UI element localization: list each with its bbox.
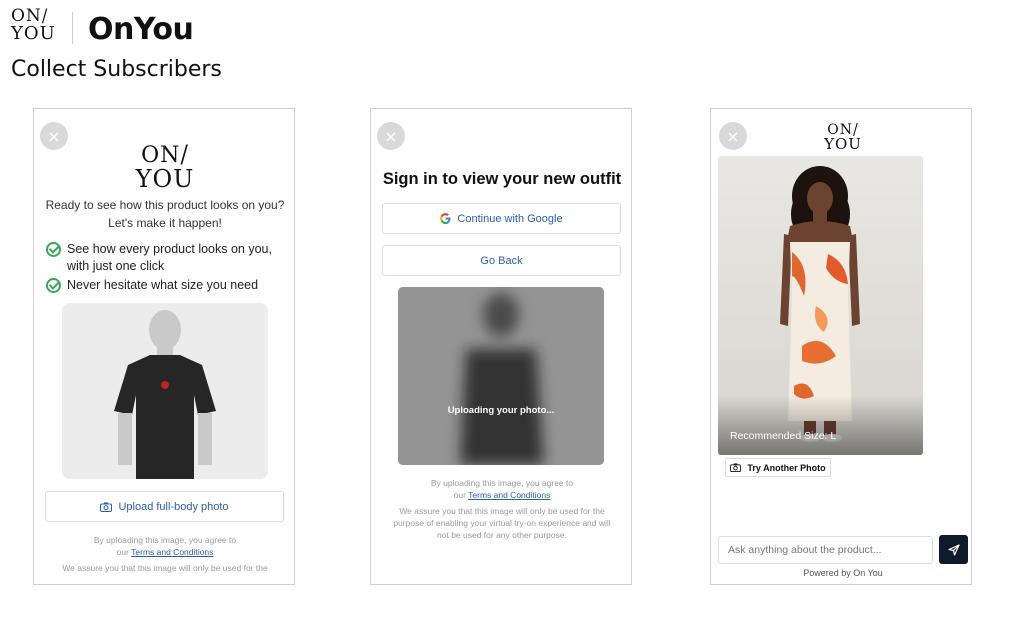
check-circle-icon (46, 242, 61, 257)
header-logo: ON/ YOU (11, 5, 59, 44)
logo-bottom-text: YOU (135, 165, 195, 193)
logo-slash: / (180, 141, 189, 170)
check-circle-icon (46, 278, 61, 293)
upload-button-label: Upload full-body photo (118, 500, 229, 513)
logo-slash: / (41, 5, 49, 26)
benefits-list: See how every product looks on you, with… (46, 241, 286, 294)
modal-logo: ON/ YOU (711, 121, 971, 153)
chat-input[interactable] (718, 536, 933, 564)
try-another-label: Try Another Photo (747, 462, 826, 473)
close-button[interactable]: × (377, 122, 405, 150)
benefit-text: See how every product looks on you, with… (67, 242, 272, 273)
legal-assurance-text: We assure you that this image will only … (399, 506, 605, 516)
page-subtitle: Collect Subscribers (11, 57, 222, 82)
example-photo (62, 303, 268, 479)
terms-link[interactable]: Terms and Conditions (468, 490, 550, 500)
list-item: Never hesitate what size you need (46, 277, 286, 294)
send-message-button[interactable] (939, 535, 968, 564)
legal-assurance-text: We assure you that this image will only … (62, 563, 268, 573)
try-on-photo: Recommended Size: L (718, 156, 923, 455)
modal-logo: ON/ YOU (34, 141, 294, 193)
uploading-preview: Uploading your photo... (398, 287, 604, 465)
legal-our-text: our (116, 547, 129, 557)
screen-try-on-result: × ON/ YOU Recommended Size: L Try Anothe… (710, 108, 972, 585)
brand-name: OnYou (88, 12, 194, 47)
continue-with-google-button[interactable]: Continue with Google (382, 203, 621, 234)
uploading-status: Uploading your photo... (447, 405, 555, 416)
logo-slash: / (853, 121, 859, 139)
go-back-label: Go Back (480, 254, 523, 267)
list-item: See how every product looks on you, with… (46, 241, 286, 275)
screen-sign-in: × Sign in to view your new outfit Contin… (370, 108, 632, 585)
legal-agree-text: By uploading this image, you agree to (93, 535, 237, 545)
screen-upload-prompt: × ON/ YOU Ready to see how this product … (33, 108, 295, 585)
google-button-label: Continue with Google (457, 212, 563, 225)
send-icon (947, 543, 960, 556)
upload-photo-button[interactable]: Upload full-body photo (45, 491, 284, 522)
logo-bottom-text: YOU (824, 135, 862, 153)
powered-by-text: Powered by On You (803, 568, 883, 578)
legal-our-text: our (453, 490, 466, 500)
camera-icon (100, 502, 113, 512)
prompt-subheading: Let's make it happen! (108, 216, 222, 230)
legal-agree-text: By uploading this image, you agree to (430, 478, 574, 488)
close-icon: × (47, 126, 61, 146)
close-icon: × (384, 126, 398, 146)
legal-assurance-text: purpose of enabling your virtual try-on … (393, 518, 611, 528)
go-back-button[interactable]: Go Back (382, 245, 621, 276)
google-icon (440, 213, 451, 224)
header-divider (72, 12, 73, 44)
sign-in-title: Sign in to view your new outfit (382, 170, 622, 188)
camera-icon (730, 463, 742, 472)
prompt-heading: Ready to see how this product looks on y… (45, 198, 285, 212)
benefit-text: Never hesitate what size you need (67, 278, 259, 292)
try-another-photo-button[interactable]: Try Another Photo (725, 458, 831, 477)
recommended-size-label: Recommended Size: L (730, 430, 837, 442)
terms-link[interactable]: Terms and Conditions (131, 547, 213, 557)
logo-bottom-text: YOU (11, 23, 56, 44)
legal-assurance-text: not be used for any other purpose. (437, 530, 567, 540)
